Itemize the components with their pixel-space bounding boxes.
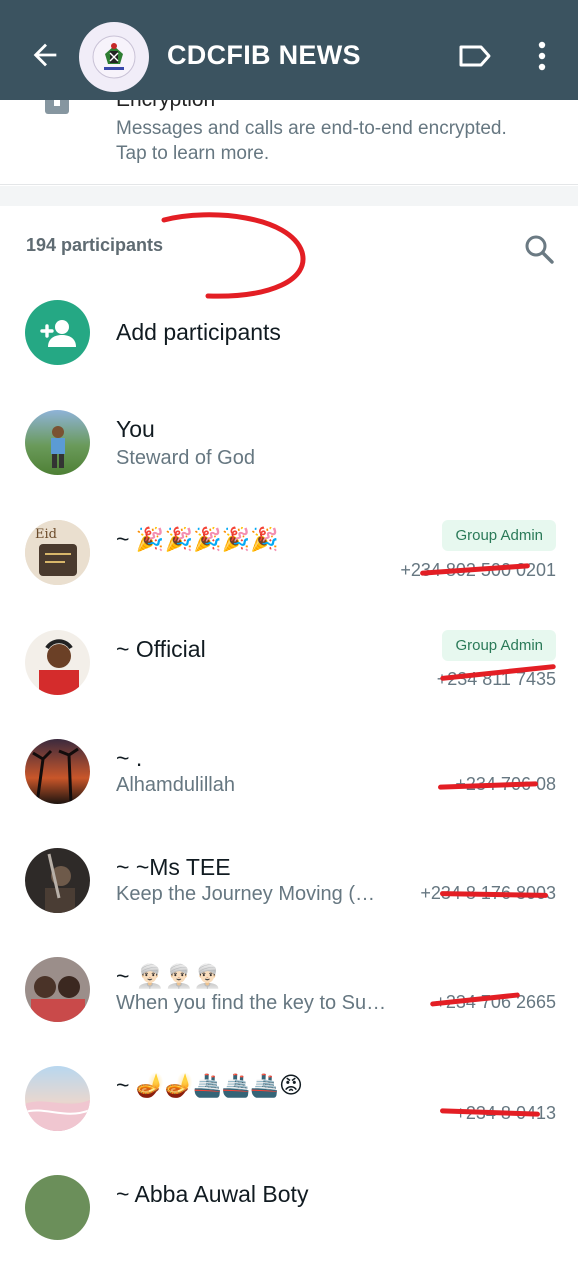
member-avatar [25,739,90,804]
member-avatar [25,957,90,1022]
member-avatar [25,848,90,913]
member-name: ~ Official [116,636,206,662]
member-status: Alhamdulillah [116,774,235,796]
add-participants-label: Add participants [116,319,281,345]
member-name: ~ . [116,745,143,771]
group-avatar[interactable] [79,22,149,92]
member-avatar [25,1175,90,1240]
member-status: When you find the key to Su… [116,992,387,1014]
member-row-you[interactable]: You Steward of God [0,410,578,520]
member-name: ~ 🎉🎉🎉🎉🎉 [116,526,280,552]
label-icon[interactable] [457,42,493,70]
member-row[interactable]: Eid ~ 🎉🎉🎉🎉🎉 Group Admin +234 802 500 020… [0,520,578,630]
member-avatar [25,1066,90,1131]
member-avatar: Eid [25,520,90,585]
member-status: Keep the Journey Moving (… [116,883,376,905]
red-annotation-curve [161,212,306,299]
add-participants-row[interactable]: Add participants [0,300,578,410]
member-name: ~ ~Ms TEE [116,854,231,880]
member-row[interactable]: ~ 🪔🪔🚢🚢🚢😡 +234 8 0413 [0,1066,578,1176]
member-name: ~ Abba Auwal Boty [116,1181,309,1207]
member-avatar [25,630,90,695]
member-name: You [116,416,155,442]
member-row[interactable]: ~ Official Group Admin +234 811 7435 [0,630,578,740]
member-row[interactable]: ~ . Alhamdulillah +234 706 08 [0,739,578,849]
member-row[interactable]: ~ 👳🏻‍♂️👳🏻‍♂️👳🏻‍♂️ When you find the key … [0,957,578,1067]
section-divider [0,186,578,206]
member-row[interactable]: ~ Abba Auwal Boty [0,1175,578,1285]
search-icon[interactable] [522,232,556,266]
add-person-icon [39,319,76,347]
svg-text:Eid: Eid [35,527,57,542]
member-avatar [25,410,90,475]
member-name: ~ 👳🏻‍♂️👳🏻‍♂️👳🏻‍♂️ [116,963,222,989]
group-admin-badge: Group Admin [442,630,556,661]
arrow-left-icon[interactable] [28,38,62,72]
participants-count: 194 participants [26,235,164,255]
member-row[interactable]: ~ ~Ms TEE Keep the Journey Moving (… +23… [0,848,578,958]
member-name: ~ 🪔🪔🚢🚢🚢😡 [116,1072,303,1098]
more-vertical-icon[interactable] [532,38,552,74]
encryption-description: Messages and calls are end-to-end encryp… [116,118,507,164]
group-title[interactable]: CDCFIB NEWS [167,40,361,71]
app-bar: CDCFIB NEWS [0,0,578,100]
member-status: Steward of God [116,447,255,469]
coat-of-arms-logo [92,35,136,79]
encryption-notice[interactable]: Encryption Messages and calls are end-to… [0,88,578,185]
add-participant-avatar [25,300,90,365]
group-admin-badge: Group Admin [442,520,556,551]
